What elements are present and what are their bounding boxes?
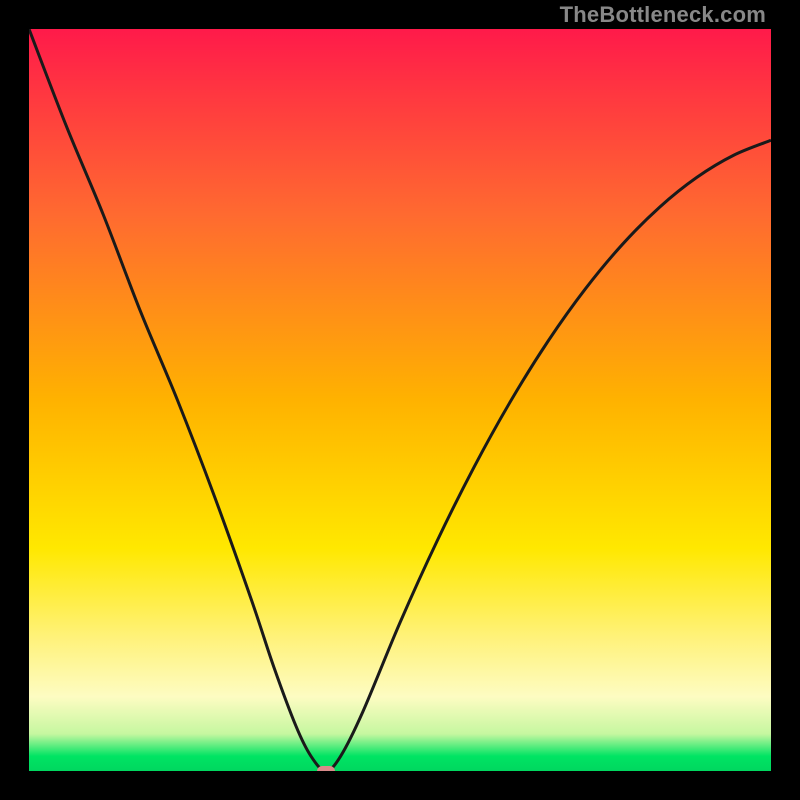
- chart-plot-area: [29, 29, 771, 771]
- turning-point-marker: [317, 766, 335, 771]
- watermark-text: TheBottleneck.com: [560, 2, 766, 28]
- bottleneck-curve: [29, 29, 771, 771]
